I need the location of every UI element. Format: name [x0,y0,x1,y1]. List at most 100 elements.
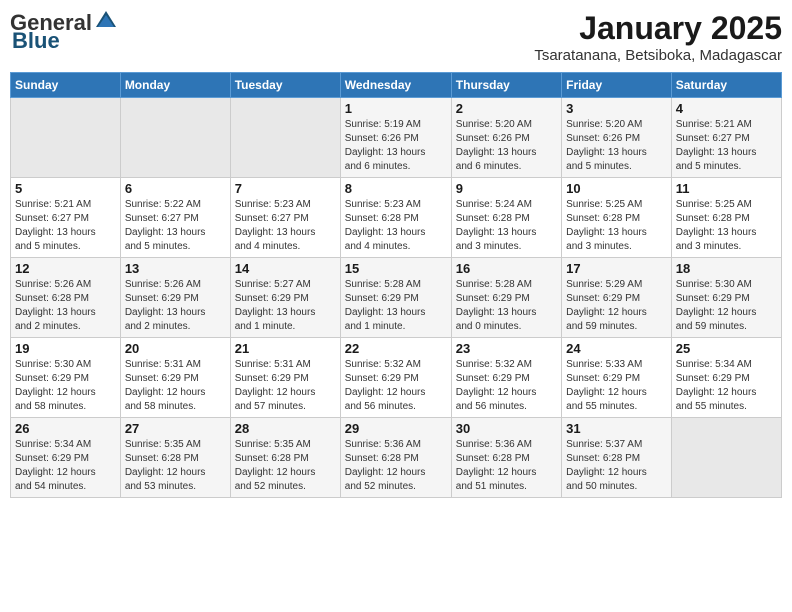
day-info: Sunrise: 5:23 AMSunset: 6:27 PMDaylight:… [235,198,336,254]
day-info: Sunrise: 5:33 AMSunset: 6:29 PMDaylight:… [566,358,667,414]
day-info: Sunrise: 5:28 AMSunset: 6:29 PMDaylight:… [456,278,557,334]
day-info: Sunrise: 5:32 AMSunset: 6:29 PMDaylight:… [345,358,447,414]
calendar-cell: 23 Sunrise: 5:32 AMSunset: 6:29 PMDayligh… [451,338,561,418]
calendar-cell: 19Sunrise: 5:30 AMSunset: 6:29 PMDayligh… [11,338,121,418]
day-number: 24 [566,341,667,356]
day-info: Sunrise: 5:32 AMSunset: 6:29 PMDaylight:… [456,358,557,414]
calendar-cell [120,98,230,178]
day-number: 20 [125,341,226,356]
day-info: Sunrise: 5:28 AMSunset: 6:29 PMDaylight:… [345,278,447,334]
day-number: 27 [125,421,226,436]
calendar-cell: 5 Sunrise: 5:21 AMSunset: 6:27 PMDaylight… [11,178,121,258]
calendar-cell: 29 Sunrise: 5:36 AMSunset: 6:28 PMDayligh… [340,418,451,498]
day-info: Sunrise: 5:21 AMSunset: 6:27 PMDaylight:… [15,198,116,254]
day-info: Sunrise: 5:22 AMSunset: 6:27 PMDaylight:… [125,198,226,254]
week-row-2: 5 Sunrise: 5:21 AMSunset: 6:27 PMDaylight… [11,178,782,258]
day-info: Sunrise: 5:26 AMSunset: 6:29 PMDaylight:… [125,278,226,334]
day-number: 22 [345,341,447,356]
day-info: Sunrise: 5:35 AMSunset: 6:28 PMDaylight:… [125,438,226,494]
calendar-cell: 11Sunrise: 5:25 AMSunset: 6:28 PMDayligh… [671,178,781,258]
calendar-cell: 4 Sunrise: 5:21 AMSunset: 6:27 PMDaylight… [671,98,781,178]
weekday-header-friday: Friday [562,73,672,98]
weekday-header-saturday: Saturday [671,73,781,98]
calendar-cell: 26Sunrise: 5:34 AMSunset: 6:29 PMDayligh… [11,418,121,498]
day-number: 1 [345,101,447,116]
calendar-cell [230,98,340,178]
day-number: 5 [15,181,116,196]
calendar-cell: 22 Sunrise: 5:32 AMSunset: 6:29 PMDayligh… [340,338,451,418]
day-info: Sunrise: 5:20 AMSunset: 6:26 PMDaylight:… [566,118,667,174]
calendar-cell: 17 Sunrise: 5:29 AMSunset: 6:29 PMDayligh… [562,258,672,338]
weekday-header-thursday: Thursday [451,73,561,98]
day-number: 30 [456,421,557,436]
day-number: 11 [676,181,777,196]
day-number: 26 [15,421,116,436]
day-info: Sunrise: 5:35 AMSunset: 6:28 PMDaylight:… [235,438,336,494]
day-info: Sunrise: 5:27 AMSunset: 6:29 PMDaylight:… [235,278,336,334]
calendar-cell: 1 Sunrise: 5:19 AMSunset: 6:26 PMDaylight… [340,98,451,178]
weekday-header-monday: Monday [120,73,230,98]
calendar-cell: 13 Sunrise: 5:26 AMSunset: 6:29 PMDayligh… [120,258,230,338]
calendar-cell: 20 Sunrise: 5:31 AMSunset: 6:29 PMDayligh… [120,338,230,418]
weekday-header-sunday: Sunday [11,73,121,98]
day-number: 7 [235,181,336,196]
calendar-cell [671,418,781,498]
calendar-table: SundayMondayTuesdayWednesdayThursdayFrid… [10,72,782,498]
day-info: Sunrise: 5:36 AMSunset: 6:28 PMDaylight:… [456,438,557,494]
day-number: 29 [345,421,447,436]
weekday-header-wednesday: Wednesday [340,73,451,98]
day-number: 14 [235,261,336,276]
day-number: 3 [566,101,667,116]
day-number: 9 [456,181,557,196]
day-info: Sunrise: 5:29 AMSunset: 6:29 PMDaylight:… [566,278,667,334]
day-number: 18 [676,261,777,276]
day-number: 23 [456,341,557,356]
calendar-cell: 27 Sunrise: 5:35 AMSunset: 6:28 PMDayligh… [120,418,230,498]
day-number: 16 [456,261,557,276]
day-info: Sunrise: 5:31 AMSunset: 6:29 PMDaylight:… [235,358,336,414]
calendar-cell: 31 Sunrise: 5:37 AMSunset: 6:28 PMDayligh… [562,418,672,498]
day-info: Sunrise: 5:37 AMSunset: 6:28 PMDaylight:… [566,438,667,494]
day-number: 13 [125,261,226,276]
day-number: 8 [345,181,447,196]
month-title: January 2025 [534,10,782,47]
day-info: Sunrise: 5:24 AMSunset: 6:28 PMDaylight:… [456,198,557,254]
day-number: 25 [676,341,777,356]
calendar-cell: 8 Sunrise: 5:23 AMSunset: 6:28 PMDaylight… [340,178,451,258]
week-row-4: 19Sunrise: 5:30 AMSunset: 6:29 PMDayligh… [11,338,782,418]
day-info: Sunrise: 5:31 AMSunset: 6:29 PMDaylight:… [125,358,226,414]
calendar-cell: 7 Sunrise: 5:23 AMSunset: 6:27 PMDaylight… [230,178,340,258]
day-number: 17 [566,261,667,276]
week-row-1: 1 Sunrise: 5:19 AMSunset: 6:26 PMDaylight… [11,98,782,178]
calendar-cell [11,98,121,178]
calendar-cell: 21Sunrise: 5:31 AMSunset: 6:29 PMDayligh… [230,338,340,418]
logo-blue-text: Blue [12,28,60,54]
calendar-cell: 12Sunrise: 5:26 AMSunset: 6:28 PMDayligh… [11,258,121,338]
calendar-cell: 3 Sunrise: 5:20 AMSunset: 6:26 PMDaylight… [562,98,672,178]
calendar-cell: 18 Sunrise: 5:30 AMSunset: 6:29 PMDayligh… [671,258,781,338]
calendar-cell: 14 Sunrise: 5:27 AMSunset: 6:29 PMDayligh… [230,258,340,338]
calendar-cell: 25Sunrise: 5:34 AMSunset: 6:29 PMDayligh… [671,338,781,418]
day-info: Sunrise: 5:36 AMSunset: 6:28 PMDaylight:… [345,438,447,494]
day-number: 19 [15,341,116,356]
day-info: Sunrise: 5:20 AMSunset: 6:26 PMDaylight:… [456,118,557,174]
day-number: 12 [15,261,116,276]
day-info: Sunrise: 5:25 AMSunset: 6:28 PMDaylight:… [566,198,667,254]
calendar-cell: 10Sunrise: 5:25 AMSunset: 6:28 PMDayligh… [562,178,672,258]
day-info: Sunrise: 5:23 AMSunset: 6:28 PMDaylight:… [345,198,447,254]
day-number: 31 [566,421,667,436]
day-number: 28 [235,421,336,436]
day-number: 15 [345,261,447,276]
page-header: General Blue January 2025 Tsaratanana, B… [10,10,782,64]
day-info: Sunrise: 5:30 AMSunset: 6:29 PMDaylight:… [676,278,777,334]
week-row-3: 12Sunrise: 5:26 AMSunset: 6:28 PMDayligh… [11,258,782,338]
week-row-5: 26Sunrise: 5:34 AMSunset: 6:29 PMDayligh… [11,418,782,498]
calendar-cell: 9 Sunrise: 5:24 AMSunset: 6:28 PMDaylight… [451,178,561,258]
day-info: Sunrise: 5:19 AMSunset: 6:26 PMDaylight:… [345,118,447,174]
title-area: January 2025 Tsaratanana, Betsiboka, Mad… [534,10,782,64]
day-number: 6 [125,181,226,196]
day-info: Sunrise: 5:21 AMSunset: 6:27 PMDaylight:… [676,118,777,174]
day-number: 2 [456,101,557,116]
day-number: 4 [676,101,777,116]
calendar-cell: 30 Sunrise: 5:36 AMSunset: 6:28 PMDayligh… [451,418,561,498]
